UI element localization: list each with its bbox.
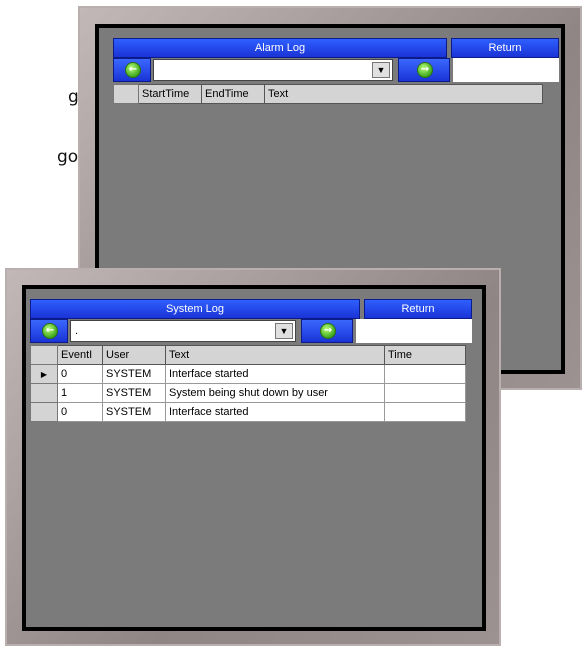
system-log-back-button[interactable]: ← <box>30 319 68 343</box>
cell-event-id: 1 <box>57 383 103 403</box>
row-selector[interactable] <box>30 383 58 403</box>
column-header-starttime[interactable]: StartTime <box>138 84 202 104</box>
system-log-frame: System Log Return ← . ▼ → EventI User Te… <box>5 268 501 646</box>
column-header-time[interactable]: Time <box>384 345 466 365</box>
cell-time <box>384 402 466 422</box>
background-text: ge r go <box>0 82 89 172</box>
table-row[interactable]: ▶ 0 SYSTEM Interface started <box>30 364 466 384</box>
arrow-right-icon: → <box>320 323 336 339</box>
system-log-filter-value: . <box>75 325 79 337</box>
cell-user: SYSTEM <box>102 402 166 422</box>
arrow-right-icon: → <box>417 62 433 78</box>
alarm-log-toolbar: ← ▼ → <box>113 58 559 82</box>
column-header-user[interactable]: User <box>102 345 166 365</box>
arrow-left-icon: ← <box>42 323 58 339</box>
alarm-log-filter-select[interactable]: ▼ <box>153 59 393 81</box>
system-log-forward-button[interactable]: → <box>301 319 353 343</box>
column-header-text[interactable]: Text <box>165 345 385 365</box>
system-log-panel: System Log Return ← . ▼ → EventI User Te… <box>26 289 482 627</box>
cell-text: Interface started <box>165 402 385 422</box>
system-log-table[interactable]: EventI User Text Time ▶ 0 SYSTEM Interfa… <box>30 345 466 422</box>
alarm-log-toolbar-spacer <box>453 58 559 82</box>
cell-time <box>384 364 466 384</box>
system-log-header-row: EventI User Text Time <box>30 345 466 365</box>
system-log-toolbar: ← . ▼ → <box>30 319 472 343</box>
column-header-selector <box>30 345 58 365</box>
column-header-text[interactable]: Text <box>264 84 543 104</box>
alarm-log-return-button[interactable]: Return <box>451 38 559 58</box>
cell-time <box>384 383 466 403</box>
arrow-left-icon: ← <box>125 62 141 78</box>
system-log-filter-select[interactable]: . ▼ <box>70 320 296 342</box>
alarm-log-table[interactable]: StartTime EndTime Text <box>113 84 543 104</box>
table-row[interactable]: 1 SYSTEM System being shut down by user <box>30 383 466 403</box>
cell-text: Interface started <box>165 364 385 384</box>
column-header-selector <box>113 84 139 104</box>
alarm-log-title: Alarm Log <box>113 38 447 58</box>
system-log-title: System Log <box>30 299 360 319</box>
column-header-eventid[interactable]: EventI <box>57 345 103 365</box>
cell-text: System being shut down by user <box>165 383 385 403</box>
cell-event-id: 0 <box>57 364 103 384</box>
alarm-log-header-row: StartTime EndTime Text <box>113 84 543 104</box>
row-selector[interactable] <box>30 402 58 422</box>
table-row[interactable]: 0 SYSTEM Interface started <box>30 402 466 422</box>
system-log-toolbar-spacer <box>356 319 472 343</box>
column-header-endtime[interactable]: EndTime <box>201 84 265 104</box>
system-log-return-button[interactable]: Return <box>364 299 472 319</box>
cell-user: SYSTEM <box>102 364 166 384</box>
cell-user: SYSTEM <box>102 383 166 403</box>
row-pointer-icon[interactable]: ▶ <box>30 364 58 384</box>
alarm-log-back-button[interactable]: ← <box>113 58 151 82</box>
alarm-log-forward-button[interactable]: → <box>398 58 450 82</box>
system-log-bezel: System Log Return ← . ▼ → EventI User Te… <box>22 285 486 631</box>
cell-event-id: 0 <box>57 402 103 422</box>
chevron-down-icon[interactable]: ▼ <box>275 323 293 339</box>
chevron-down-icon[interactable]: ▼ <box>372 62 390 78</box>
